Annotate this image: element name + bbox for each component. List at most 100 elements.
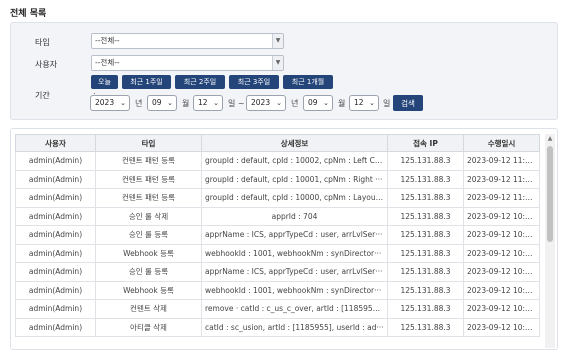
chevron-down-icon: ⌄ — [213, 99, 219, 107]
chevron-down-icon: ⌄ — [167, 99, 173, 107]
chevron-down-icon: ⌄ — [120, 99, 126, 107]
cell-type: 승인 룰 등록 — [95, 262, 202, 282]
cell-datetime: 2023-09-12 10:56:16 — [463, 206, 540, 226]
cell-detail: catId : sc_usion, artId : [1185955], use… — [201, 317, 388, 337]
period-today-button[interactable]: 오늘 — [91, 75, 118, 89]
cell-user: admin(Admin) — [15, 317, 96, 337]
cell-datetime: 2023-09-12 10:38:16 — [463, 299, 540, 319]
table-row[interactable]: admin(Admin) 승인 룰 삭제 apprId : 704 125.13… — [15, 206, 540, 226]
header-type[interactable]: 타입 — [95, 134, 202, 152]
end-day-select[interactable]: 12 ⌄ — [349, 95, 379, 111]
scroll-up-icon[interactable]: ▲ — [545, 134, 555, 144]
month-unit: 월 — [338, 99, 346, 108]
chevron-down-icon: ⌄ — [323, 99, 329, 107]
table-row[interactable]: admin(Admin) Webhook 등록 webhookId : 1001… — [15, 243, 540, 263]
start-month-select[interactable]: 09 ⌄ — [147, 95, 177, 111]
header-datetime[interactable]: 수행일시 — [463, 134, 540, 152]
table-row[interactable]: admin(Admin) 승인 룰 등록 apprName : ICS, app… — [15, 262, 540, 282]
cell-ip: 125.131.88.3 — [387, 206, 464, 226]
period-3week-button[interactable]: 최근 3주일 — [229, 75, 279, 89]
type-select[interactable]: --전체-- ▼ — [91, 33, 284, 49]
cell-datetime: 2023-09-12 11:03:30 — [463, 188, 540, 208]
table-row[interactable]: admin(Admin) 컨텐트 패턴 등록 groupId : default… — [15, 151, 540, 171]
start-day-value: 12 — [198, 98, 208, 107]
cell-ip: 125.131.88.3 — [387, 243, 464, 263]
cell-user: admin(Admin) — [15, 299, 96, 319]
cell-type: Webhook 등록 — [95, 280, 202, 300]
cell-datetime: 2023-09-12 10:56:09 — [463, 225, 540, 245]
cell-type: 컨텐트 패턴 등록 — [95, 151, 202, 171]
start-year-select[interactable]: 2023 ⌄ — [90, 95, 130, 111]
table-row[interactable]: admin(Admin) Webhook 등록 webhookId : 1001… — [15, 280, 540, 300]
cell-detail: groupId : default, cpId : 10002, cpNm : … — [201, 151, 388, 171]
cell-ip: 125.131.88.3 — [387, 262, 464, 282]
cell-detail: remove · catId : c_us_c_over, artId : [1… — [201, 299, 388, 319]
cell-datetime: 2023-09-12 10:52:24 — [463, 243, 540, 263]
cell-ip: 125.131.88.3 — [387, 317, 464, 337]
cell-detail: apprName : ICS, apprTypeCd : user, arrLv… — [201, 262, 388, 282]
period-1month-button[interactable]: 최근 1개월 — [283, 75, 333, 89]
year-unit: 년 — [291, 99, 299, 108]
cell-ip: 125.131.88.3 — [387, 188, 464, 208]
day-unit: 일 — [383, 99, 391, 108]
cell-ip: 125.131.88.3 — [387, 169, 464, 189]
cell-ip: 125.131.88.3 — [387, 225, 464, 245]
end-day-value: 12 — [354, 98, 364, 107]
table-row[interactable]: admin(Admin) 아티클 삭제 catId : sc_usion, ar… — [15, 317, 540, 337]
cell-user: admin(Admin) — [15, 280, 96, 300]
cell-type: 컨텐트 패턴 등록 — [95, 169, 202, 189]
table-row[interactable]: admin(Admin) 컨텐트 패턴 등록 groupId : default… — [15, 188, 540, 208]
header-user[interactable]: 사용자 — [15, 134, 96, 152]
cell-user: admin(Admin) — [15, 151, 96, 171]
cell-detail: webhookId : 1001, webhookNm : synDirecto… — [201, 280, 388, 300]
period-label: 기간 — [35, 91, 50, 100]
cell-type: Webhook 등록 — [95, 243, 202, 263]
cell-detail: apprId : 704 — [201, 206, 388, 226]
cell-type: 컨텐트 패턴 등록 — [95, 188, 202, 208]
table-row[interactable]: admin(Admin) 승인 룰 등록 apprName : ICS, app… — [15, 225, 540, 245]
user-select-value: --전체-- — [95, 58, 120, 67]
table-row[interactable]: admin(Admin) 컨텐트 패턴 등록 groupId : default… — [15, 169, 540, 189]
end-year-value: 2023 — [251, 98, 271, 107]
cell-ip: 125.131.88.3 — [387, 280, 464, 300]
start-month-value: 09 — [152, 98, 162, 107]
cell-datetime: 2023-09-12 11:04:57 — [463, 151, 540, 171]
header-detail[interactable]: 상세정보 — [201, 134, 388, 152]
cell-user: admin(Admin) — [15, 169, 96, 189]
cell-type: 아티클 삭제 — [95, 317, 202, 337]
cell-type: 승인 룰 삭제 — [95, 206, 202, 226]
results-panel: 사용자 타입 상세정보 접속 IP 수행일시 admin(Admin) 컨텐트 … — [10, 128, 558, 350]
period-1week-button[interactable]: 최근 1주일 — [122, 75, 171, 89]
cell-datetime: 2023-09-12 10:38:26 — [463, 262, 540, 282]
cell-datetime: 2023-09-12 10:52:24 — [463, 280, 540, 300]
cell-user: admin(Admin) — [15, 206, 96, 226]
search-button[interactable]: 검색 — [393, 95, 423, 111]
chevron-down-icon: ⌄ — [276, 99, 282, 107]
cell-detail: groupId : default, cpId : 10000, cpNm : … — [201, 188, 388, 208]
scrollbar-thumb[interactable] — [547, 146, 553, 242]
user-select[interactable]: --전체-- ▼ — [91, 55, 284, 71]
cell-user: admin(Admin) — [15, 225, 96, 245]
end-year-select[interactable]: 2023 ⌄ — [246, 95, 286, 111]
period-2week-button[interactable]: 최근 2주일 — [175, 75, 225, 89]
table-scrollbar[interactable]: ▲ — [545, 134, 555, 348]
chevron-down-icon: ▼ — [272, 34, 283, 48]
end-month-value: 09 — [308, 98, 318, 107]
cell-datetime: 2023-09-12 10:38:04 — [463, 317, 540, 337]
header-ip[interactable]: 접속 IP — [387, 134, 464, 152]
cell-detail: webhookId : 1001, webhookNm : synDirecto… — [201, 243, 388, 263]
table-header-row: 사용자 타입 상세정보 접속 IP 수행일시 — [15, 134, 540, 152]
year-unit: 년 — [135, 99, 143, 108]
chevron-down-icon: ⌄ — [369, 99, 375, 107]
range-separator: 일 ~ — [228, 99, 245, 108]
end-month-select[interactable]: 09 ⌄ — [303, 95, 333, 111]
type-select-value: --전체-- — [95, 36, 120, 45]
history-table: 사용자 타입 상세정보 접속 IP 수행일시 admin(Admin) 컨텐트 … — [15, 134, 540, 337]
page-title: 전체 목록 — [10, 9, 47, 19]
type-label: 타입 — [35, 38, 50, 47]
table-row[interactable]: admin(Admin) 컨텐트 삭제 remove · catId : c_u… — [15, 299, 540, 319]
filter-panel: 타입 : --전체-- ▼ 사용자 : --전체-- ▼ 기간 : 오늘 최근 … — [10, 22, 558, 120]
start-day-select[interactable]: 12 ⌄ — [193, 95, 223, 111]
cell-type: 컨텐트 삭제 — [95, 299, 202, 319]
cell-detail: apprName : ICS, apprTypeCd : user, arrLv… — [201, 225, 388, 245]
